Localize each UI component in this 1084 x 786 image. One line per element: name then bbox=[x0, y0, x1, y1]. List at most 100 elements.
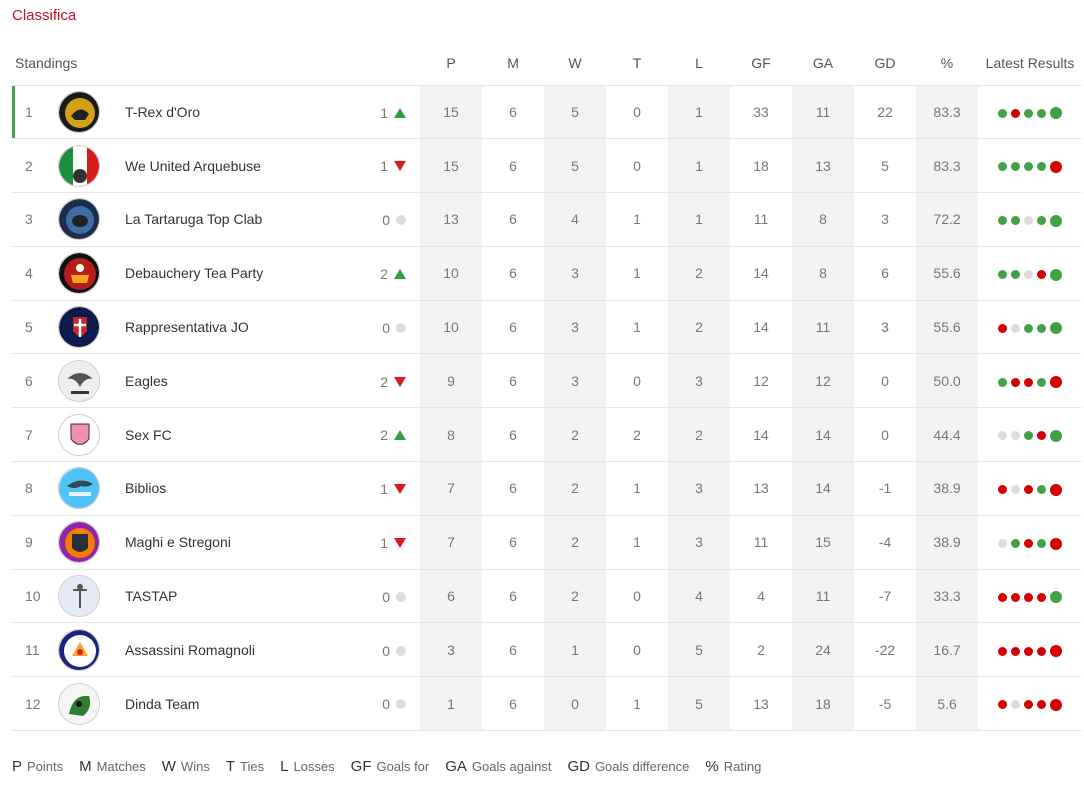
table-row[interactable]: 3 La Tartaruga Top Clab 0 13 6 4 1 1 11 8 3 72.2 bbox=[12, 192, 1083, 247]
win-dot-icon[interactable] bbox=[1024, 108, 1034, 118]
win-dot-icon[interactable] bbox=[1050, 322, 1063, 335]
rappresentativa-logo[interactable] bbox=[58, 306, 100, 349]
dinda-logo[interactable] bbox=[58, 682, 100, 725]
win-dot-icon[interactable] bbox=[1050, 214, 1063, 227]
assassini-logo[interactable] bbox=[58, 628, 100, 671]
tie-dot-icon[interactable] bbox=[1024, 270, 1034, 280]
tie-dot-icon[interactable] bbox=[1011, 700, 1021, 710]
header-goal-difference[interactable]: GD bbox=[854, 42, 917, 86]
loss-dot-icon[interactable] bbox=[1011, 377, 1021, 387]
team-name[interactable]: T-Rex d'Oro bbox=[122, 85, 358, 140]
header-rating[interactable]: % bbox=[916, 42, 979, 86]
team-name[interactable]: Debauchery Tea Party bbox=[122, 246, 358, 301]
loss-dot-icon[interactable] bbox=[1037, 700, 1047, 710]
win-dot-icon[interactable] bbox=[1050, 268, 1063, 281]
win-dot-icon[interactable] bbox=[1011, 216, 1021, 226]
table-row[interactable]: 11 Assassini Romagnoli 0 3 6 1 0 5 2 24 -22 16.7 bbox=[12, 622, 1083, 678]
tastap-logo[interactable] bbox=[58, 575, 100, 618]
loss-dot-icon[interactable] bbox=[1050, 483, 1063, 496]
sexfc-logo[interactable] bbox=[58, 413, 100, 456]
loss-dot-icon[interactable] bbox=[1050, 376, 1063, 389]
win-dot-icon[interactable] bbox=[998, 270, 1008, 280]
win-dot-icon[interactable] bbox=[1050, 107, 1063, 120]
loss-dot-icon[interactable] bbox=[1050, 645, 1063, 658]
loss-dot-icon[interactable] bbox=[998, 485, 1008, 495]
win-dot-icon[interactable] bbox=[1050, 429, 1063, 442]
header-matches[interactable]: M bbox=[482, 42, 545, 86]
table-row[interactable]: 8 Biblios 1 7 6 2 1 3 13 14 -1 38.9 bbox=[12, 461, 1083, 516]
loss-dot-icon[interactable] bbox=[1037, 431, 1047, 441]
header-goals-for[interactable]: GF bbox=[730, 42, 793, 86]
tie-dot-icon[interactable] bbox=[998, 539, 1008, 549]
win-dot-icon[interactable] bbox=[1037, 162, 1047, 172]
loss-dot-icon[interactable] bbox=[998, 323, 1008, 333]
table-row[interactable]: 9 Maghi e Stregoni 1 7 6 2 1 3 11 15 -4 38.9 bbox=[12, 515, 1083, 570]
eagles-logo[interactable] bbox=[58, 359, 100, 402]
header-wins[interactable]: W bbox=[544, 42, 607, 86]
win-dot-icon[interactable] bbox=[1011, 539, 1021, 549]
trex-logo[interactable] bbox=[58, 90, 100, 133]
team-name[interactable]: Sex FC bbox=[122, 407, 358, 463]
loss-dot-icon[interactable] bbox=[1024, 485, 1034, 495]
win-dot-icon[interactable] bbox=[1011, 270, 1021, 280]
table-row[interactable]: 2 We United Arquebuse 1 15 6 5 0 1 18 13 5 83.3 bbox=[12, 138, 1083, 194]
loss-dot-icon[interactable] bbox=[1024, 377, 1034, 387]
win-dot-icon[interactable] bbox=[998, 162, 1008, 172]
team-name[interactable]: Assassini Romagnoli bbox=[122, 622, 358, 678]
debauchery-logo[interactable] bbox=[58, 252, 100, 295]
team-name[interactable]: Maghi e Stregoni bbox=[122, 515, 358, 570]
team-name[interactable]: Eagles bbox=[122, 353, 358, 409]
win-dot-icon[interactable] bbox=[1037, 323, 1047, 333]
table-row[interactable]: 12 Dinda Team 0 1 6 0 1 5 13 18 -5 5.6 bbox=[12, 676, 1083, 732]
team-name[interactable]: Dinda Team bbox=[122, 676, 358, 732]
header-losses[interactable]: L bbox=[668, 42, 731, 86]
table-row[interactable]: 4 Debauchery Tea Party 2 10 6 3 1 2 14 8 6 55.6 bbox=[12, 246, 1083, 301]
loss-dot-icon[interactable] bbox=[998, 592, 1008, 602]
win-dot-icon[interactable] bbox=[1024, 162, 1034, 172]
loss-dot-icon[interactable] bbox=[1024, 592, 1034, 602]
team-name[interactable]: Biblios bbox=[122, 461, 358, 516]
win-dot-icon[interactable] bbox=[1011, 162, 1021, 172]
win-dot-icon[interactable] bbox=[1024, 323, 1034, 333]
tie-dot-icon[interactable] bbox=[1024, 216, 1034, 226]
table-row[interactable]: 1 T-Rex d'Oro 1 15 6 5 0 1 33 11 22 83.3 bbox=[12, 85, 1083, 140]
table-row[interactable]: 5 Rappresentativa JO 0 10 6 3 1 2 14 11 3 55.6 bbox=[12, 300, 1083, 355]
header-ties[interactable]: T bbox=[606, 42, 669, 86]
win-dot-icon[interactable] bbox=[998, 216, 1008, 226]
win-dot-icon[interactable] bbox=[998, 108, 1008, 118]
team-name[interactable]: We United Arquebuse bbox=[122, 138, 358, 194]
maghi-logo[interactable] bbox=[58, 521, 100, 564]
loss-dot-icon[interactable] bbox=[1037, 270, 1047, 280]
header-points[interactable]: P bbox=[420, 42, 483, 86]
team-name[interactable]: TASTAP bbox=[122, 569, 358, 624]
we-united-logo[interactable] bbox=[58, 144, 100, 187]
table-row[interactable]: 10 TASTAP 0 6 6 2 0 4 4 11 -7 33.3 bbox=[12, 569, 1083, 624]
loss-dot-icon[interactable] bbox=[998, 700, 1008, 710]
loss-dot-icon[interactable] bbox=[1024, 700, 1034, 710]
loss-dot-icon[interactable] bbox=[998, 646, 1008, 656]
win-dot-icon[interactable] bbox=[998, 377, 1008, 387]
loss-dot-icon[interactable] bbox=[1011, 108, 1021, 118]
loss-dot-icon[interactable] bbox=[1011, 592, 1021, 602]
loss-dot-icon[interactable] bbox=[1011, 646, 1021, 656]
loss-dot-icon[interactable] bbox=[1050, 160, 1063, 173]
win-dot-icon[interactable] bbox=[1037, 485, 1047, 495]
tie-dot-icon[interactable] bbox=[998, 431, 1008, 441]
win-dot-icon[interactable] bbox=[1037, 216, 1047, 226]
team-name[interactable]: Rappresentativa JO bbox=[122, 300, 358, 355]
loss-dot-icon[interactable] bbox=[1037, 592, 1047, 602]
win-dot-icon[interactable] bbox=[1037, 539, 1047, 549]
team-name[interactable]: La Tartaruga Top Clab bbox=[122, 192, 358, 247]
loss-dot-icon[interactable] bbox=[1024, 539, 1034, 549]
win-dot-icon[interactable] bbox=[1050, 591, 1063, 604]
table-row[interactable]: 6 Eagles 2 9 6 3 0 3 12 12 0 50.0 bbox=[12, 353, 1083, 409]
win-dot-icon[interactable] bbox=[1037, 377, 1047, 387]
loss-dot-icon[interactable] bbox=[1024, 646, 1034, 656]
table-row[interactable]: 7 Sex FC 2 8 6 2 2 2 14 14 0 44.4 bbox=[12, 407, 1083, 463]
biblios-logo[interactable] bbox=[58, 467, 100, 510]
win-dot-icon[interactable] bbox=[1024, 431, 1034, 441]
tie-dot-icon[interactable] bbox=[1011, 323, 1021, 333]
tie-dot-icon[interactable] bbox=[1011, 485, 1021, 495]
win-dot-icon[interactable] bbox=[1037, 108, 1047, 118]
header-goals-against[interactable]: GA bbox=[792, 42, 855, 86]
